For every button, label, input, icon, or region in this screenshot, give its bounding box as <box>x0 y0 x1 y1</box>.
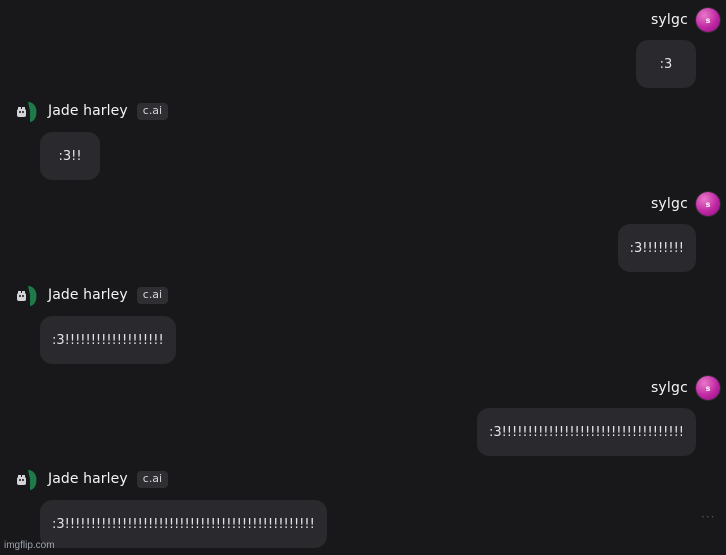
more-horizontal-icon[interactable]: ··· <box>701 510 715 524</box>
user-message: sylgc s :3!!!!!!!!!!!!!!!!!!!!!!!!!!!!!!… <box>476 376 720 456</box>
user-name: sylgc <box>650 380 688 396</box>
user-message-bubble[interactable]: :3!!!!!!!! <box>617 224 696 272</box>
user-header: sylgc s <box>651 8 720 32</box>
bot-header: Jade harley c.ai <box>14 98 169 124</box>
watermark: imgflip.com <box>4 540 55 551</box>
bot-message: Jade harley c.ai :3!! <box>14 98 169 180</box>
user-header: sylgc s <box>651 192 720 216</box>
user-avatar[interactable]: s <box>696 376 720 400</box>
bot-avatar[interactable] <box>14 282 40 308</box>
user-name: sylgc <box>650 196 688 212</box>
chat-log: sylgc s :3 Jade harley c.ai :3!! sylgc s <box>0 0 726 555</box>
bot-badge: c.ai <box>136 286 169 304</box>
bot-avatar[interactable] <box>14 98 40 124</box>
bot-header: Jade harley c.ai <box>14 466 169 492</box>
bot-message-bubble[interactable]: :3!!!!!!!!!!!!!!!!!!!!!!!!!!!!!!!!!!!!!!… <box>40 500 327 548</box>
user-message-bubble[interactable]: :3 <box>636 40 696 88</box>
bot-message: Jade harley c.ai :3!!!!!!!!!!!!!!!!!!!!!… <box>14 466 327 548</box>
user-header: sylgc s <box>651 376 720 400</box>
user-name: sylgc <box>650 12 688 28</box>
bot-avatar[interactable] <box>14 466 40 492</box>
bot-badge: c.ai <box>136 102 169 120</box>
bot-message: Jade harley c.ai :3!!!!!!!!!!!!!!!!!!! <box>14 282 176 364</box>
user-message-bubble[interactable]: :3!!!!!!!!!!!!!!!!!!!!!!!!!!!!!!!!!!! <box>476 408 696 456</box>
bot-header: Jade harley c.ai <box>14 282 169 308</box>
bot-name: Jade harley <box>48 287 128 303</box>
bot-name: Jade harley <box>48 103 128 119</box>
bot-message-bubble[interactable]: :3!! <box>40 132 100 180</box>
user-message: sylgc s :3!!!!!!!! <box>617 192 720 272</box>
bot-name: Jade harley <box>48 471 128 487</box>
bot-message-bubble[interactable]: :3!!!!!!!!!!!!!!!!!!! <box>40 316 176 364</box>
user-message: sylgc s :3 <box>636 8 720 88</box>
user-avatar[interactable]: s <box>696 8 720 32</box>
bot-badge: c.ai <box>136 470 169 488</box>
user-avatar[interactable]: s <box>696 192 720 216</box>
